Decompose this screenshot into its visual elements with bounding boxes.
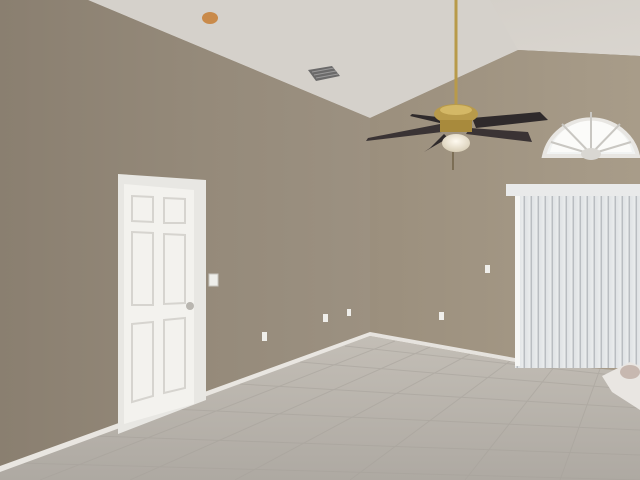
electrical-outlet	[485, 265, 490, 273]
room-photo	[0, 0, 640, 480]
electrical-outlet	[347, 309, 351, 316]
interior-door	[118, 174, 206, 434]
electrical-outlet	[439, 312, 444, 320]
electrical-outlet	[323, 314, 328, 322]
light-switch	[208, 273, 219, 287]
fan-light-globe	[442, 134, 470, 152]
smoke-detector	[202, 12, 218, 24]
door-knob	[186, 302, 194, 310]
electrical-outlet	[262, 332, 267, 341]
vertical-blinds	[506, 184, 640, 368]
